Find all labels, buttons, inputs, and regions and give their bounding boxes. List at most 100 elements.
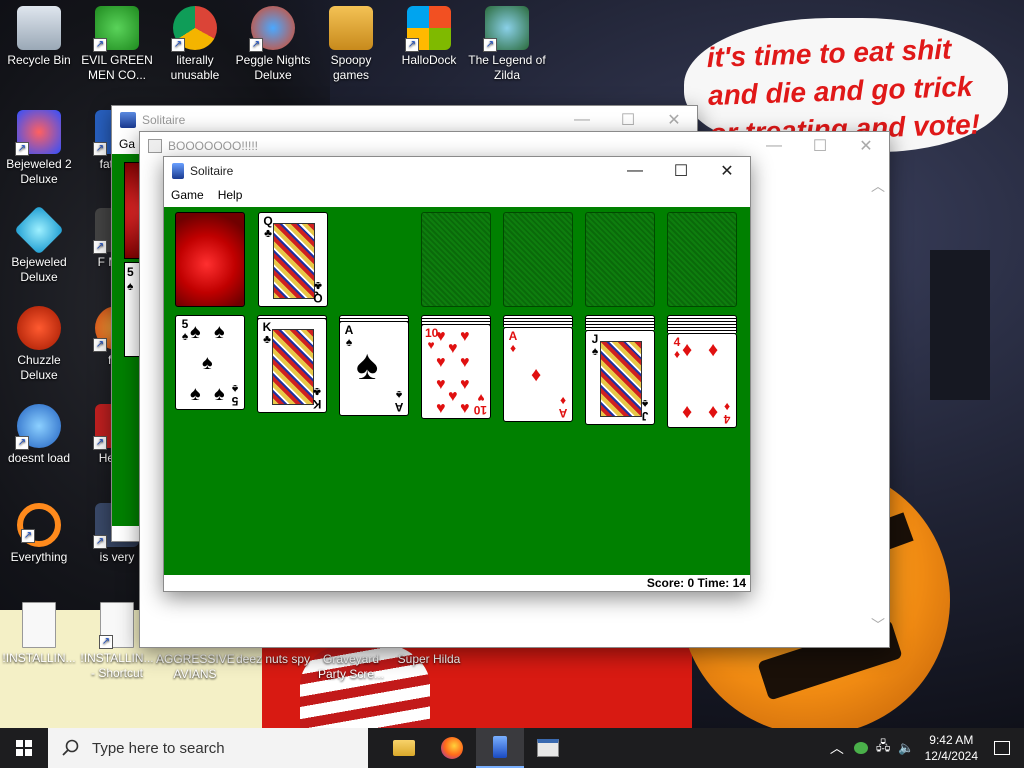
desktop-icon-thunderbird[interactable]: ↗ doesnt load xyxy=(0,404,78,466)
desktop-icon-installing[interactable]: !INSTALLIN... xyxy=(0,602,78,666)
heart-icon: ♥ xyxy=(436,328,446,345)
card-rank: A ♠ xyxy=(343,324,355,348)
close-button[interactable]: ✕ xyxy=(843,136,889,156)
solitaire-alt-icon xyxy=(537,739,559,757)
facedown-stack xyxy=(585,315,655,330)
foundation-slot[interactable] xyxy=(421,212,491,307)
desktop-icon-super-hilda[interactable]: Super Hilda xyxy=(390,652,468,667)
bejeweled2-icon: ↗ xyxy=(15,110,61,156)
stock-pile[interactable] xyxy=(175,212,245,307)
peggle-icon: ↗ xyxy=(249,6,295,52)
solitaire-window[interactable]: Solitaire — ☐ ✕ Game Help Q ♣ Q ♣ 5 ♠ ♠ ♠ ♠… xyxy=(163,156,751,592)
taskbar-solitaire-alt[interactable] xyxy=(524,728,572,768)
desktop-icon-spoopy-games[interactable]: Spoopy games xyxy=(312,6,390,83)
shortcut-arrow-icon: ↗ xyxy=(93,535,107,549)
shortcut-arrow-icon: ↗ xyxy=(21,529,35,543)
desktop-icon-chuzzle[interactable]: Chuzzle Deluxe xyxy=(0,306,78,383)
scroll-down-icon[interactable]: ﹀ xyxy=(871,615,885,635)
desktop-icon-deez-nuts-spy[interactable]: deez nuts spy xyxy=(234,652,312,667)
card-rank-flipped: A ♦ xyxy=(557,394,569,420)
waste-card[interactable]: Q ♣ Q ♣ xyxy=(258,212,328,307)
suit-text: ♠ xyxy=(395,388,403,402)
desktop-icon-label: Graveyard Party Scre... xyxy=(317,652,385,681)
maximize-button[interactable]: ☐ xyxy=(658,161,704,181)
game-felt[interactable]: Q ♣ Q ♣ 5 ♠ ♠ ♠ ♠ ♠ ♠ 5 ♠ K ♣ K ♣ A ♠ ♠ … xyxy=(164,207,750,575)
desktop-icon-recycle-bin[interactable]: Recycle Bin xyxy=(0,6,78,68)
minimize-button[interactable]: — xyxy=(559,111,605,129)
desktop-icon-peggle[interactable]: ↗ Peggle Nights Deluxe xyxy=(234,6,312,83)
tableau-card[interactable]: J ♠ J ♠ xyxy=(585,330,655,425)
desktop-icon-label: !INSTALLIN... - Shortcut xyxy=(80,651,154,680)
solitaire-icon xyxy=(120,112,136,128)
card-rank-flipped: Q ♣ xyxy=(312,279,324,305)
desktop-icon-evil-green-men[interactable]: ↗ EVIL GREEN MEN CO... xyxy=(78,6,156,83)
desktop-icon-graveyard[interactable]: Graveyard Party Scre... xyxy=(312,652,390,682)
spade-icon: ♠ xyxy=(214,321,225,343)
titlebar[interactable]: Solitaire — ☐ ✕ xyxy=(112,106,697,134)
foundation-slot[interactable] xyxy=(503,212,573,307)
tableau-card[interactable]: K ♣ K ♣ xyxy=(257,318,327,413)
heart-icon: ♥ xyxy=(436,354,446,371)
app-icon xyxy=(148,139,162,153)
shortcut-arrow-icon: ↗ xyxy=(93,142,107,156)
score-time-text: Score: 0 Time: 14 xyxy=(646,576,746,590)
desktop-icon-label: The Legend of Zilda xyxy=(468,53,546,82)
desktop-icon-zilda[interactable]: ↗ The Legend of Zilda xyxy=(468,6,546,83)
document-shortcut-icon: ↗ xyxy=(99,602,134,649)
foundation-slot[interactable] xyxy=(585,212,655,307)
suit-text: ♠ xyxy=(591,344,599,358)
maximize-button[interactable]: ☐ xyxy=(605,110,651,130)
menu-help[interactable]: Help xyxy=(211,188,250,202)
taskbar-solitaire[interactable] xyxy=(476,728,524,768)
desktop-icon-bejeweled[interactable]: Bejeweled Deluxe xyxy=(0,205,78,285)
desktop-icon-label: is very xyxy=(99,550,135,564)
suit-text: ♦ xyxy=(723,400,731,414)
minimize-button[interactable]: — xyxy=(612,162,658,180)
titlebar[interactable]: Solitaire — ☐ ✕ xyxy=(164,157,750,185)
volume-icon[interactable]: 🔈 xyxy=(898,740,914,756)
taskbar-file-explorer[interactable] xyxy=(380,728,428,768)
clock[interactable]: 9:42 AM 12/4/2024 xyxy=(925,732,978,764)
thunderbird-icon: ↗ xyxy=(15,404,61,450)
taskbar-firefox[interactable] xyxy=(428,728,476,768)
court-card-face xyxy=(600,341,642,417)
foundation-slot[interactable] xyxy=(667,212,737,307)
search-box[interactable]: Type here to search xyxy=(48,728,368,768)
maximize-button[interactable]: ☐ xyxy=(797,136,843,156)
search-icon xyxy=(62,739,79,756)
menu-game[interactable]: Game xyxy=(164,188,211,202)
diamond-icon: ♦ xyxy=(708,401,719,423)
tableau-card[interactable]: A ♦ ♦ A ♦ xyxy=(503,327,573,422)
minimize-button[interactable]: — xyxy=(751,137,797,155)
start-button[interactable] xyxy=(0,728,48,768)
tableau-card[interactable]: 10 ♥ ♥ ♥ ♥ ♥ ♥ ♥ ♥ ♥ ♥ ♥ 10 ♥ xyxy=(421,324,491,419)
chuzzle-icon xyxy=(17,306,61,350)
rank-text: Q xyxy=(313,291,323,305)
desktop-icon-aggressive-avians[interactable]: AGGRESSIVE AVIANS xyxy=(156,652,235,682)
tableau-card[interactable]: A ♠ ♠ A ♠ xyxy=(339,321,409,416)
tray-app-icon[interactable] xyxy=(853,742,868,754)
notification-icon[interactable] xyxy=(994,741,1010,755)
desktop-icon-bejeweled2[interactable]: ↗ Bejeweled 2 Deluxe xyxy=(0,110,78,187)
tableau-card[interactable]: 4 ♦ ♦ ♦ ♦ ♦ 4 ♦ xyxy=(667,333,737,428)
heart-icon: ♥ xyxy=(460,354,470,371)
suit-text: ♦ xyxy=(673,347,681,361)
shortcut-arrow-icon: ↗ xyxy=(93,38,107,52)
desktop-icon-chrome[interactable]: ↗ literally unusable xyxy=(156,6,234,83)
menu-game[interactable]: Ga xyxy=(112,137,142,151)
scroll-up-icon[interactable]: ︿ xyxy=(871,176,885,196)
suit-text: ♠ xyxy=(181,329,189,343)
chevron-up-icon[interactable]: ︿ xyxy=(830,738,844,758)
suit-text: ♣ xyxy=(263,332,271,346)
network-icon[interactable]: 🖧 xyxy=(876,737,891,759)
desktop-icon-label: Everything xyxy=(10,550,68,564)
close-button[interactable]: ✕ xyxy=(704,161,750,181)
shortcut-arrow-icon: ↗ xyxy=(99,635,113,649)
desktop-icon-label: Spoopy games xyxy=(330,53,372,82)
tableau-card[interactable]: 5 ♠ ♠ ♠ ♠ ♠ ♠ 5 ♠ xyxy=(175,315,245,410)
desktop-icon-everything[interactable]: ↗ Everything xyxy=(0,503,78,565)
desktop-icon-hallodock[interactable]: ↗ HalloDock xyxy=(390,6,468,68)
close-button[interactable]: ✕ xyxy=(651,110,697,130)
folder-icon xyxy=(329,6,373,50)
suit-text: ♠ xyxy=(231,382,239,396)
